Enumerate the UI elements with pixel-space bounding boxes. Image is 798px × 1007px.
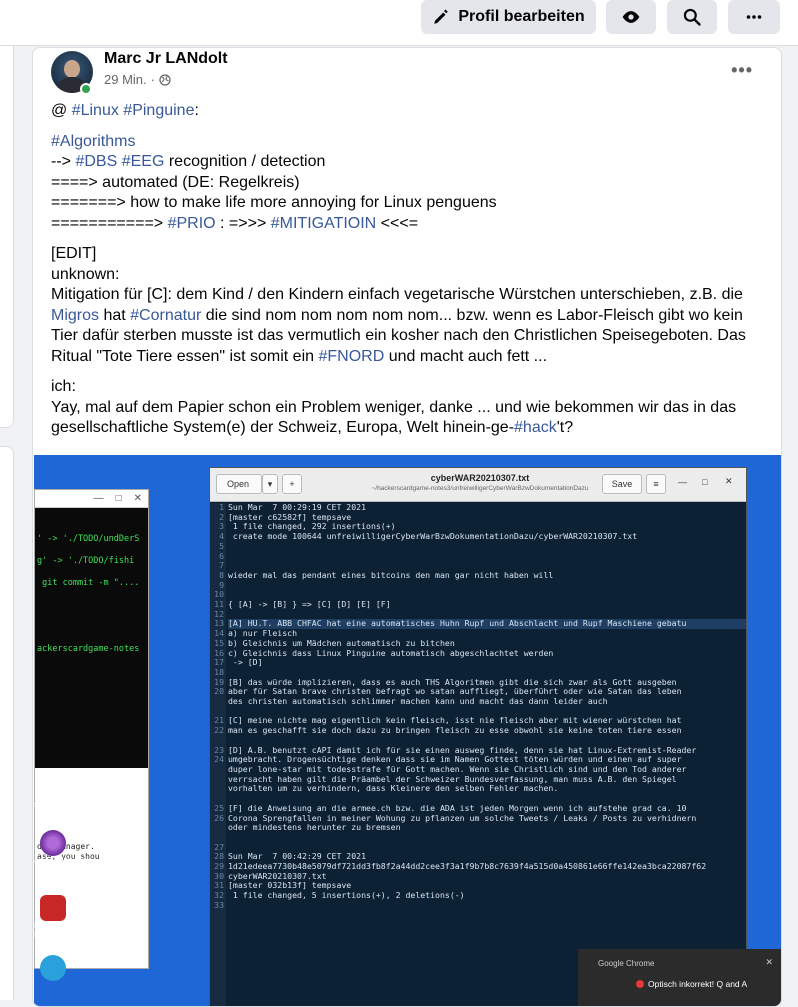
maximize-icon: □ (115, 493, 122, 504)
edit-profile-label: Profil bearbeiten (458, 8, 585, 25)
eye-icon (622, 11, 640, 23)
hashtag-link[interactable]: #hack (514, 419, 557, 436)
tor-browser-icon (40, 830, 66, 856)
telegram-icon (40, 955, 66, 981)
online-status-dot (80, 83, 92, 95)
notification-message: Optisch inkorrekt! Q and A (648, 979, 748, 989)
hashtag-link[interactable]: #PRIO (168, 215, 216, 232)
post-line: @ #Linux #Pinguine: (51, 102, 199, 119)
current-line: [A] HU.T. ABB CHFAC hat eine automatisch… (228, 619, 746, 630)
desktop-shortcut: art Tor Browser (34, 830, 94, 865)
post-line: Mitigation für [C]: dem Kind / den Kinde… (51, 286, 746, 365)
line-numbers: 1 2 3 4 5 6 7 8 9 10 11 12 13 14 15 16 1… (210, 503, 226, 1006)
hashtag-link[interactable]: #FNORD (318, 348, 384, 365)
library-manager-icon (40, 895, 66, 921)
globe-icon[interactable] (159, 73, 171, 86)
post-text: @ #Linux #Pinguine: #Algorithms --> #DBS… (51, 101, 771, 439)
view-as-button[interactable] (606, 0, 656, 34)
notification-close-icon: ✕ (765, 957, 773, 967)
editor-text: Sun Mar 7 00:29:19 CET 2021 [master c625… (228, 503, 746, 901)
menu-icon: ≡ (646, 474, 666, 494)
desktop-shortcut: inberg Library Manager (34, 895, 94, 939)
search-icon (683, 8, 701, 26)
editor-path: ~/hackerscardgame-notes3/unfreiwilligerC… (371, 485, 589, 492)
maximize-icon: □ (702, 477, 708, 487)
close-icon: ✕ (725, 476, 733, 486)
post-time[interactable]: 29 Min. (104, 72, 147, 87)
post-line: ===========> #PRIO : =>>> #MITIGATIOIN <… (51, 214, 419, 232)
post-line: ====> automated (DE: Regelkreis) (51, 173, 300, 191)
edit-profile-button[interactable]: Profil bearbeiten (421, 0, 596, 34)
ellipsis-icon (746, 15, 762, 19)
notification-app: Google Chrome (598, 959, 655, 968)
post-line: ich: (51, 378, 76, 395)
hashtag-link[interactable]: #EEG (122, 153, 165, 170)
minimize-icon: — (93, 493, 104, 504)
editor-headerbar: Open ▾ + cyberWAR20210307.txt ~/hackersc… (210, 468, 746, 502)
pencil-icon (434, 9, 449, 24)
window-titlebar: — □ ✕ (35, 490, 148, 508)
left-column-card-2 (0, 446, 14, 1000)
desktop-shortcut: sanwaltschaft... (34, 800, 90, 809)
minimize-icon: — (678, 477, 687, 487)
left-column-card (0, 46, 14, 428)
hashtag-link[interactable]: #Pinguine (123, 102, 194, 119)
post-line: unknown: (51, 265, 120, 283)
post-image[interactable]: — □ ✕ ' -> './TODO/undDerS g' -> './TODO… (34, 455, 781, 1006)
profile-topbar: Profil bearbeiten (0, 0, 798, 46)
post-line: [EDIT] (51, 245, 97, 262)
hashtag-link[interactable]: #DBS (75, 153, 117, 170)
post-line: =======> how to make life more annoying … (51, 194, 497, 211)
record-icon (636, 980, 644, 988)
terminal-output: ' -> './TODO/undDerS g' -> './TODO/fishi… (35, 508, 148, 768)
open-dropdown-icon: ▾ (262, 474, 278, 494)
text-editor-window: Open ▾ + cyberWAR20210307.txt ~/hackersc… (209, 467, 747, 1006)
more-options-button[interactable] (728, 0, 780, 34)
new-tab-icon: + (282, 474, 302, 494)
mention-link[interactable]: Migros (51, 307, 99, 324)
open-button: Open (216, 474, 262, 494)
post-line: Yay, mal auf dem Papier schon ein Proble… (51, 398, 737, 437)
hashtag-link[interactable]: #Linux (72, 102, 119, 119)
editor-title: cyberWAR20210307.txt (430, 473, 530, 483)
hashtag-link[interactable]: #MITIGATIOIN (271, 215, 376, 232)
desktop-shortcut (34, 955, 94, 981)
post-line: #Algorithms (51, 132, 771, 153)
post-options-icon[interactable]: ••• (731, 60, 753, 81)
search-button[interactable] (667, 0, 717, 34)
post-meta: 29 Min. · (104, 72, 171, 87)
post-author[interactable]: Marc Jr LANdolt (104, 50, 228, 68)
post-card: Marc Jr LANdolt 29 Min. · ••• @ #Linux #… (32, 47, 782, 1007)
dot-separator: · (150, 72, 155, 87)
chrome-notification: Google Chrome ✕ Optisch inkorrekt! Q and… (578, 949, 781, 1006)
post-line: --> #DBS #EEG recognition / detection (51, 153, 326, 170)
editor-content: 1 2 3 4 5 6 7 8 9 10 11 12 13 14 15 16 1… (210, 503, 746, 1006)
hashtag-link[interactable]: #Cornatur (130, 307, 201, 324)
save-button: Save (602, 474, 642, 494)
close-icon: ✕ (133, 493, 142, 504)
hashtag-link[interactable]: #Algorithms (51, 133, 135, 150)
